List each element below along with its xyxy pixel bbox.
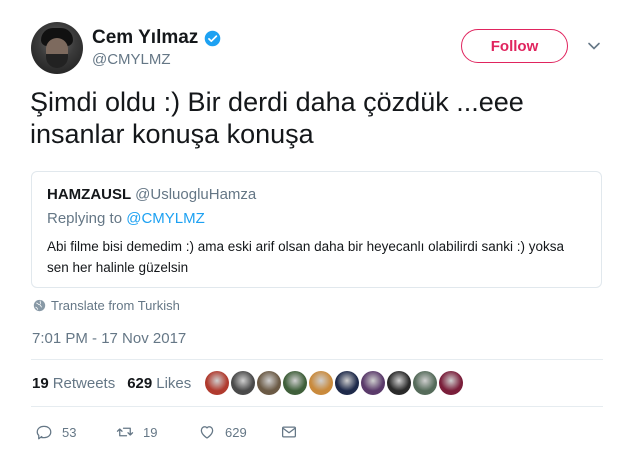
- quoted-author: HAMZAUSL @UsluogluHamza: [47, 186, 256, 203]
- liker-avatar[interactable]: [387, 371, 411, 395]
- liker-avatar[interactable]: [413, 371, 437, 395]
- quoted-tweet-text: Abi filme bisi demedim :) ama eski arif …: [47, 239, 564, 275]
- author-name-row[interactable]: Cem Yılmaz: [92, 27, 221, 49]
- quoted-replying-to: Replying to @CMYLMZ: [47, 210, 205, 227]
- liker-avatar[interactable]: [439, 371, 463, 395]
- chevron-down-icon[interactable]: [586, 38, 602, 54]
- translate-label[interactable]: Translate from Turkish: [51, 298, 180, 313]
- retweets-count[interactable]: 19: [32, 375, 49, 392]
- reply-action[interactable]: 53: [35, 423, 76, 441]
- quoted-tweet[interactable]: HAMZAUSL @UsluogluHamza Replying to @CMYL…: [31, 171, 602, 288]
- replying-prefix: Replying to: [47, 210, 127, 227]
- globe-icon: [33, 299, 46, 312]
- retweet-action[interactable]: 19: [116, 423, 157, 441]
- liker-avatar[interactable]: [257, 371, 281, 395]
- tweet-timestamp[interactable]: 7:01 PM - 17 Nov 2017: [32, 330, 186, 347]
- divider: [31, 359, 603, 360]
- liker-avatars: [205, 371, 465, 395]
- like-action[interactable]: 629: [198, 423, 247, 441]
- like-count: 629: [225, 424, 247, 440]
- heart-icon: [200, 426, 214, 439]
- liker-avatar[interactable]: [231, 371, 255, 395]
- follow-button[interactable]: Follow: [461, 29, 568, 63]
- verified-badge-icon: [205, 30, 221, 46]
- retweet-count: 19: [143, 424, 158, 440]
- likes-count[interactable]: 629: [127, 375, 152, 392]
- reply-count: 53: [62, 424, 77, 440]
- quoted-author-name: HAMZAUSL: [47, 186, 132, 203]
- replying-handle-link[interactable]: @CMYLMZ: [126, 210, 205, 227]
- liker-avatar[interactable]: [283, 371, 307, 395]
- divider: [31, 406, 603, 407]
- retweets-label[interactable]: Retweets: [53, 375, 116, 392]
- translate-link[interactable]: Translate from Turkish: [33, 298, 180, 313]
- reply-icon: [36, 425, 52, 440]
- retweet-icon: [116, 427, 134, 437]
- liker-avatar[interactable]: [361, 371, 385, 395]
- liker-avatar[interactable]: [335, 371, 359, 395]
- liker-avatar[interactable]: [309, 371, 333, 395]
- quoted-author-handle: @UsluogluHamza: [135, 186, 257, 203]
- engagement-stats: 19 Retweets 629 Likes: [32, 375, 191, 392]
- liker-avatar[interactable]: [205, 371, 229, 395]
- author-avatar[interactable]: [31, 22, 83, 74]
- envelope-icon: [281, 426, 297, 438]
- author-name[interactable]: Cem Yılmaz: [92, 27, 198, 49]
- likes-label[interactable]: Likes: [156, 375, 191, 392]
- author-handle[interactable]: @CMYLMZ: [92, 51, 171, 68]
- direct-message-action[interactable]: [280, 423, 307, 441]
- tweet-text: Şimdi oldu :) Bir derdi daha çözdük ...e…: [30, 87, 524, 149]
